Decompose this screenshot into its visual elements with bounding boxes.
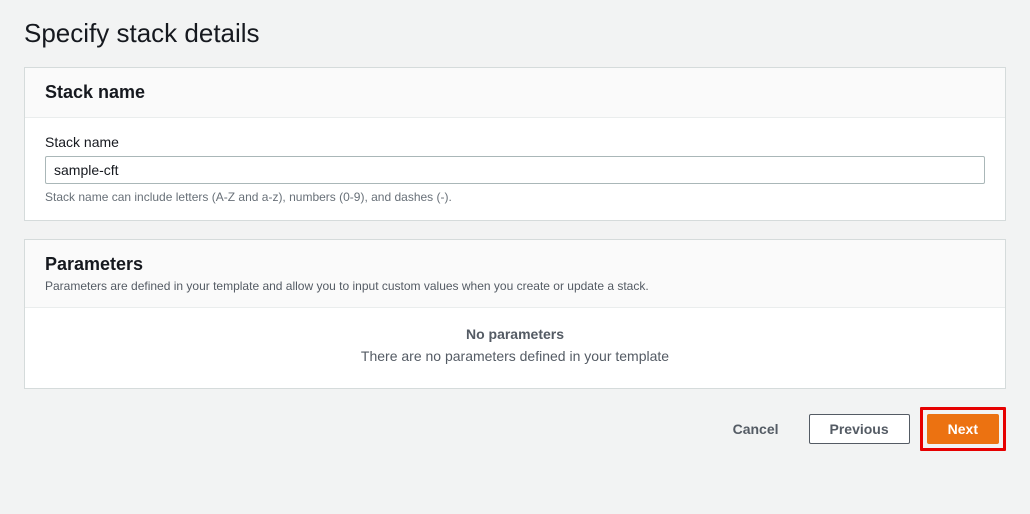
cancel-button[interactable]: Cancel bbox=[713, 415, 799, 443]
stack-name-panel-body: Stack name Stack name can include letter… bbox=[25, 118, 1005, 220]
stack-name-panel-header: Stack name bbox=[25, 68, 1005, 118]
stack-name-panel: Stack name Stack name Stack name can inc… bbox=[24, 67, 1006, 221]
previous-button[interactable]: Previous bbox=[809, 414, 910, 444]
parameters-panel-header: Parameters Parameters are defined in you… bbox=[25, 240, 1005, 308]
no-parameters-text: There are no parameters defined in your … bbox=[45, 348, 985, 364]
no-parameters-title: No parameters bbox=[45, 326, 985, 342]
parameters-panel-body: No parameters There are no parameters de… bbox=[25, 308, 1005, 388]
stack-name-input[interactable] bbox=[45, 156, 985, 184]
stack-name-panel-title: Stack name bbox=[45, 82, 985, 103]
stack-name-hint: Stack name can include letters (A-Z and … bbox=[45, 190, 985, 204]
next-button[interactable]: Next bbox=[927, 414, 999, 444]
parameters-panel-description: Parameters are defined in your template … bbox=[45, 279, 985, 293]
parameters-panel: Parameters Parameters are defined in you… bbox=[24, 239, 1006, 389]
page-title: Specify stack details bbox=[24, 18, 1006, 49]
parameters-panel-title: Parameters bbox=[45, 254, 985, 275]
footer-actions: Cancel Previous Next bbox=[24, 407, 1006, 451]
stack-name-label: Stack name bbox=[45, 134, 985, 150]
highlight-annotation: Next bbox=[920, 407, 1006, 451]
